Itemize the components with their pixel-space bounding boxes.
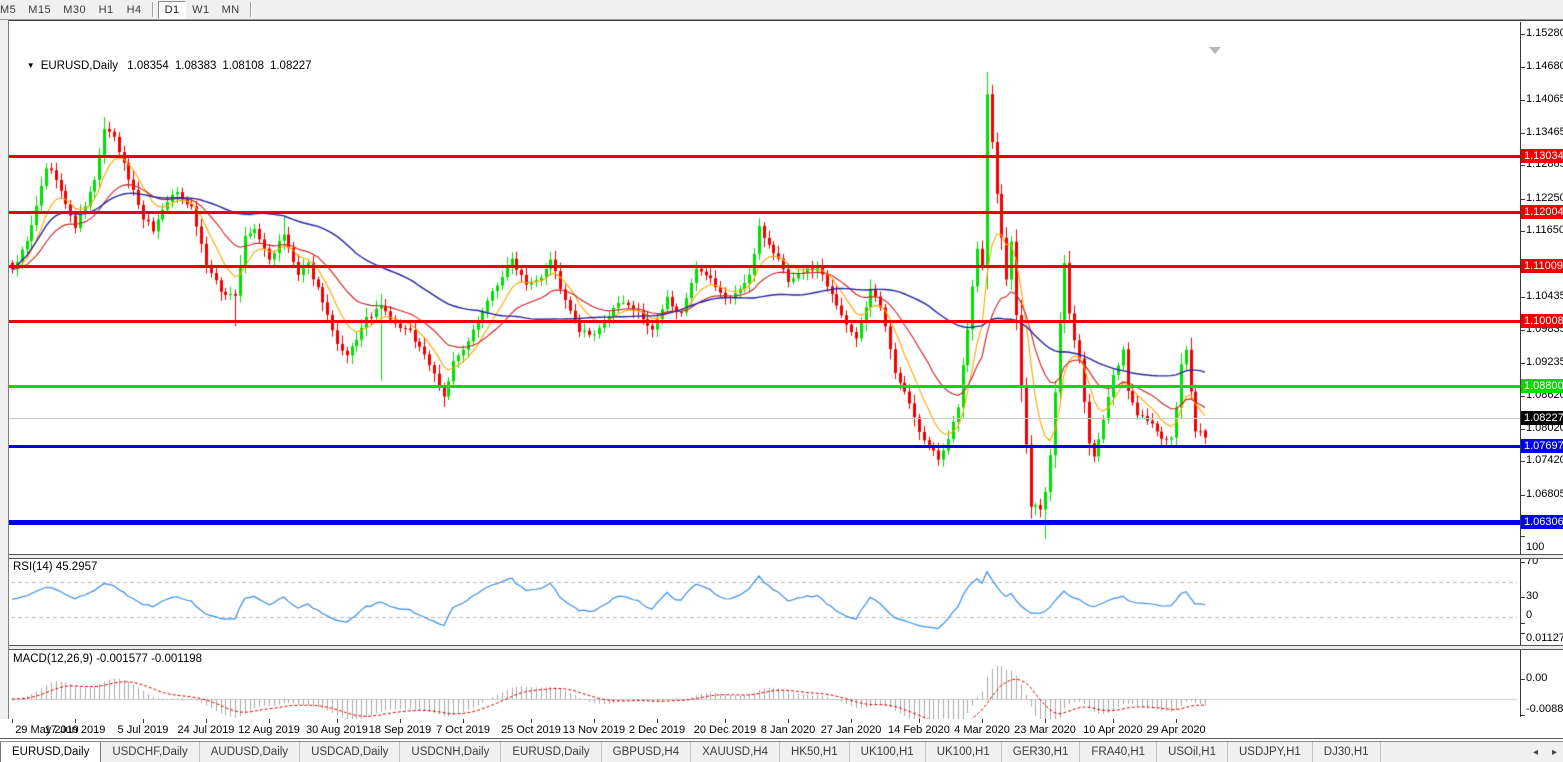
pane-splitter[interactable] — [0, 645, 1563, 650]
rsi-scale-label: 0 — [1526, 609, 1533, 621]
timeframe-button-MN[interactable]: MN — [216, 1, 246, 19]
macd-scale-label: 0.011277 — [1526, 632, 1563, 644]
horizontal-level-line[interactable] — [9, 445, 1520, 449]
date-axis-tick — [463, 719, 465, 723]
pane-splitter[interactable] — [0, 554, 1563, 559]
price-tick-label: 1.14065 — [1526, 93, 1563, 106]
date-axis-tick — [594, 719, 595, 723]
ohlc-low: 1.08108 — [222, 60, 264, 72]
price-tick-label: 1.06805 — [1526, 487, 1563, 500]
timeframe-button-M15[interactable]: M15 — [22, 1, 57, 19]
timeframe-button-M5[interactable]: M5 — [0, 1, 22, 19]
price-tick-label: 1.13465 — [1526, 125, 1563, 138]
date-axis-tick — [724, 719, 726, 723]
chart-canvas[interactable] — [9, 43, 1520, 738]
level-price-label: 1.10008 — [1521, 313, 1563, 328]
date-axis-tick — [1112, 719, 1114, 723]
chart-tab-USDJPY-H1[interactable]: USDJPY,H1 — [1228, 742, 1313, 762]
chart-tab-USOil-H1[interactable]: USOil,H1 — [1157, 742, 1228, 762]
price-tick-label: 1.15280 — [1526, 26, 1563, 39]
date-axis-tick — [1176, 719, 1177, 723]
ohlc-open: 1.08354 — [127, 60, 169, 72]
chart-tab-FRA40-H1[interactable]: FRA40,H1 — [1080, 742, 1158, 762]
current-price-line — [9, 417, 1520, 419]
chart-symbol-label: EURUSD,Daily — [40, 60, 119, 72]
date-axis-tick — [982, 719, 983, 723]
date-axis-tick — [269, 719, 271, 723]
chart-tab-UK100-H1[interactable]: UK100,H1 — [926, 742, 1002, 762]
level-price-label: 1.08800 — [1521, 379, 1563, 394]
macd-indicator-title: MACD(12,26,9) -0.001577 -0.001198 — [13, 653, 203, 665]
timeframe-button-H1[interactable]: H1 — [92, 1, 120, 19]
chart-tab-USDCNH-Daily[interactable]: USDCNH,Daily — [400, 742, 502, 762]
timeframe-toolbar: M5 M15 M30 H1 H4 D1 W1 MN — [0, 0, 1563, 20]
date-axis-tick — [918, 719, 920, 723]
pane-border — [0, 738, 1563, 740]
window-left-border — [0, 20, 9, 719]
date-axis-tick — [657, 719, 659, 723]
ohlc-high: 1.08383 — [174, 60, 217, 72]
date-axis-tick — [851, 719, 853, 723]
date-axis-tick — [75, 719, 77, 723]
macd-scale-label: -0.008845 — [1526, 703, 1563, 715]
chart-tab-USDCAD-Daily[interactable]: USDCAD,Daily — [300, 742, 401, 762]
level-price-label: 1.13034 — [1521, 149, 1563, 164]
chevron-down-icon[interactable]: ▼ — [27, 61, 35, 70]
timeframe-button-D1[interactable]: D1 — [158, 0, 187, 19]
price-axis-separator — [1520, 22, 1521, 717]
horizontal-level-line[interactable] — [9, 519, 1520, 525]
rsi-scale-label: 30 — [1526, 589, 1539, 602]
date-axis-tick — [12, 719, 13, 723]
current-price-label: 1.08227 — [1521, 410, 1563, 425]
chart-tab-bar: EURUSD,Daily USDCHF,Daily AUDUSD,Daily USDC… — [0, 741, 1563, 762]
toolbar-separator — [249, 2, 252, 17]
date-axis-tick — [206, 719, 207, 723]
chart-tab-AUDUSD-Daily[interactable]: AUDUSD,Daily — [200, 742, 301, 762]
tab-scroll-right-icon[interactable]: ▸ — [1552, 742, 1557, 762]
price-tick-label: 1.12250 — [1526, 191, 1563, 204]
date-axis-label: 29 Apr 2020 — [1146, 724, 1206, 736]
price-tick-label: 1.09235 — [1526, 355, 1563, 368]
timeframe-button-W1[interactable]: W1 — [186, 1, 216, 19]
timeframe-button-M30[interactable]: M30 — [57, 1, 92, 19]
price-tick-label: 1.10435 — [1526, 290, 1563, 303]
price-tick-label: 1.07420 — [1526, 454, 1563, 467]
macd-scale-label: 0.00 — [1526, 672, 1548, 684]
horizontal-level-line[interactable] — [9, 211, 1520, 215]
rsi-scale-label: 100 — [1526, 541, 1545, 553]
chart-tab-GBPUSD-H4[interactable]: GBPUSD,H4 — [602, 742, 692, 762]
horizontal-level-line[interactable] — [9, 319, 1520, 323]
chart-tab-HK50-H1[interactable]: HK50,H1 — [780, 742, 850, 762]
date-axis-tick — [530, 719, 532, 723]
date-axis-tick — [336, 719, 338, 723]
level-price-label: 1.06306 — [1521, 514, 1563, 529]
date-axis-tick — [788, 719, 789, 723]
price-tick-label: 1.14680 — [1526, 59, 1563, 72]
level-price-label: 1.12004 — [1521, 205, 1563, 220]
chart-tab-DJ30-H1[interactable]: DJ30,H1 — [1313, 742, 1381, 762]
chart-tab-XAUUSD-H4[interactable]: XAUUSD,H4 — [691, 742, 780, 762]
chart-tab-UK100-H1[interactable]: UK100,H1 — [850, 742, 926, 762]
chart-shift-marker-icon[interactable] — [1209, 47, 1221, 54]
date-axis-tick — [400, 719, 401, 723]
chart-tab-EURUSD-Daily[interactable]: EURUSD,Daily — [0, 742, 102, 762]
level-price-label: 1.07697 — [1521, 439, 1563, 454]
horizontal-level-line[interactable] — [9, 385, 1520, 389]
level-price-label: 1.11009 — [1521, 259, 1563, 274]
tab-scroll-left-icon[interactable]: ◂ — [1533, 742, 1538, 762]
horizontal-level-line[interactable] — [9, 155, 1520, 159]
chart-tab-EURUSD-Daily[interactable]: EURUSD,Daily — [501, 742, 602, 762]
chart-window: ▼ EURUSD,Daily 1.08354 1.08383 1.08108 1.082… — [0, 20, 1563, 740]
rsi-indicator-title: RSI(14) 45.2957 — [13, 561, 98, 573]
horizontal-level-line[interactable] — [9, 265, 1520, 269]
chart-tab-USDCHF-Daily[interactable]: USDCHF,Daily — [101, 742, 200, 762]
toolbar-separator — [152, 2, 155, 17]
price-tick-label: 1.11650 — [1526, 224, 1563, 237]
chart-tab-GER30-H1[interactable]: GER30,H1 — [1002, 742, 1081, 762]
date-axis-tick — [142, 719, 144, 723]
ohlc-close: 1.08227 — [269, 60, 312, 72]
chart-title: ▼ EURUSD,Daily 1.08354 1.08383 1.08108 1.082… — [14, 48, 318, 84]
date-axis-tick — [1045, 719, 1047, 723]
timeframe-button-H4[interactable]: H4 — [120, 1, 148, 19]
